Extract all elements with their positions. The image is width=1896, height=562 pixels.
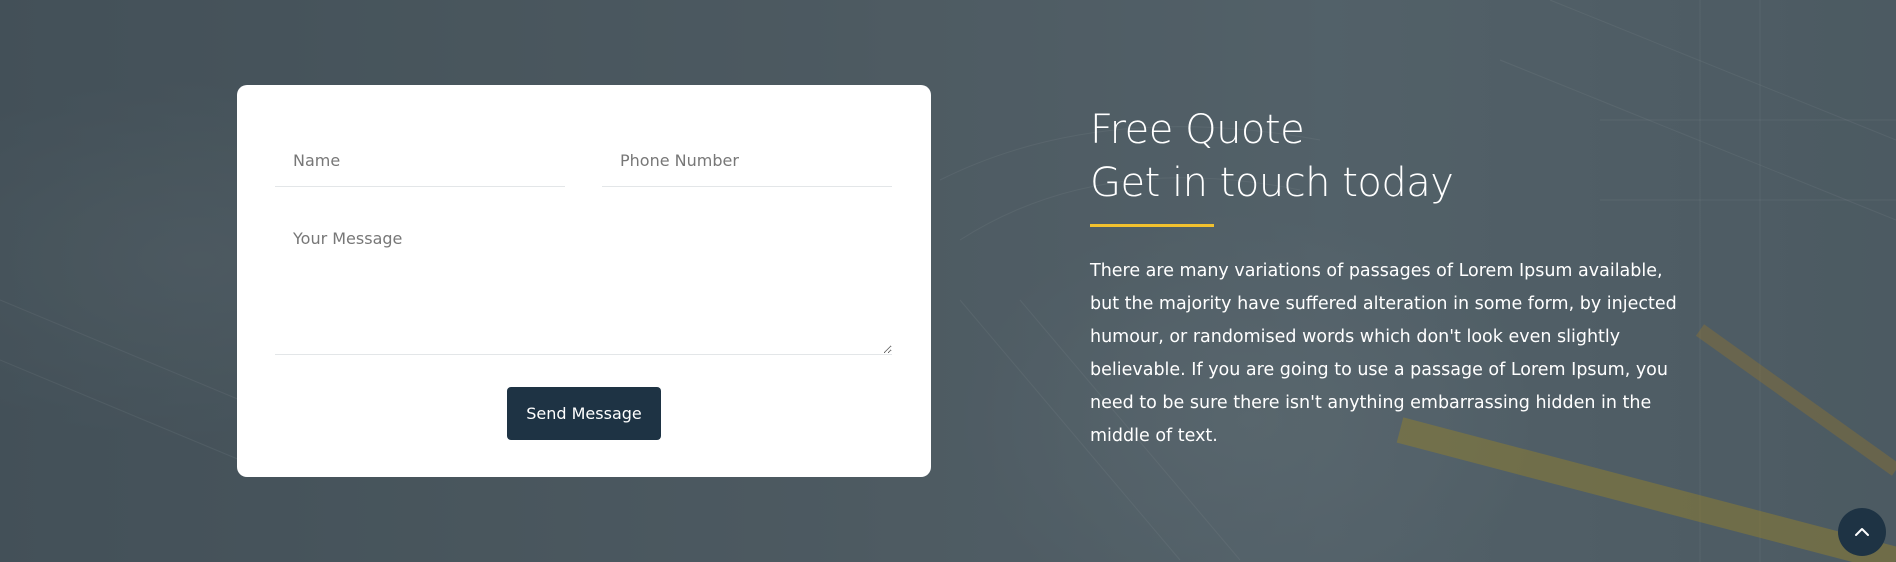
name-field[interactable] — [275, 135, 565, 187]
send-message-button[interactable]: Send Message — [507, 387, 661, 440]
page-title: Free Quote Get in touch today — [1090, 104, 1680, 210]
contact-form-card: Send Message — [237, 85, 931, 477]
title-line-2: Get in touch today — [1090, 160, 1454, 206]
message-field[interactable] — [275, 215, 892, 355]
accent-divider — [1090, 224, 1214, 227]
chevron-up-icon — [1855, 528, 1869, 536]
title-line-1: Free Quote — [1090, 107, 1305, 153]
description-text: There are many variations of passages of… — [1090, 261, 1677, 446]
quote-info: Free Quote Get in touch today There are … — [1090, 104, 1680, 453]
scroll-to-top-button[interactable] — [1838, 508, 1886, 556]
phone-field[interactable] — [602, 135, 892, 187]
